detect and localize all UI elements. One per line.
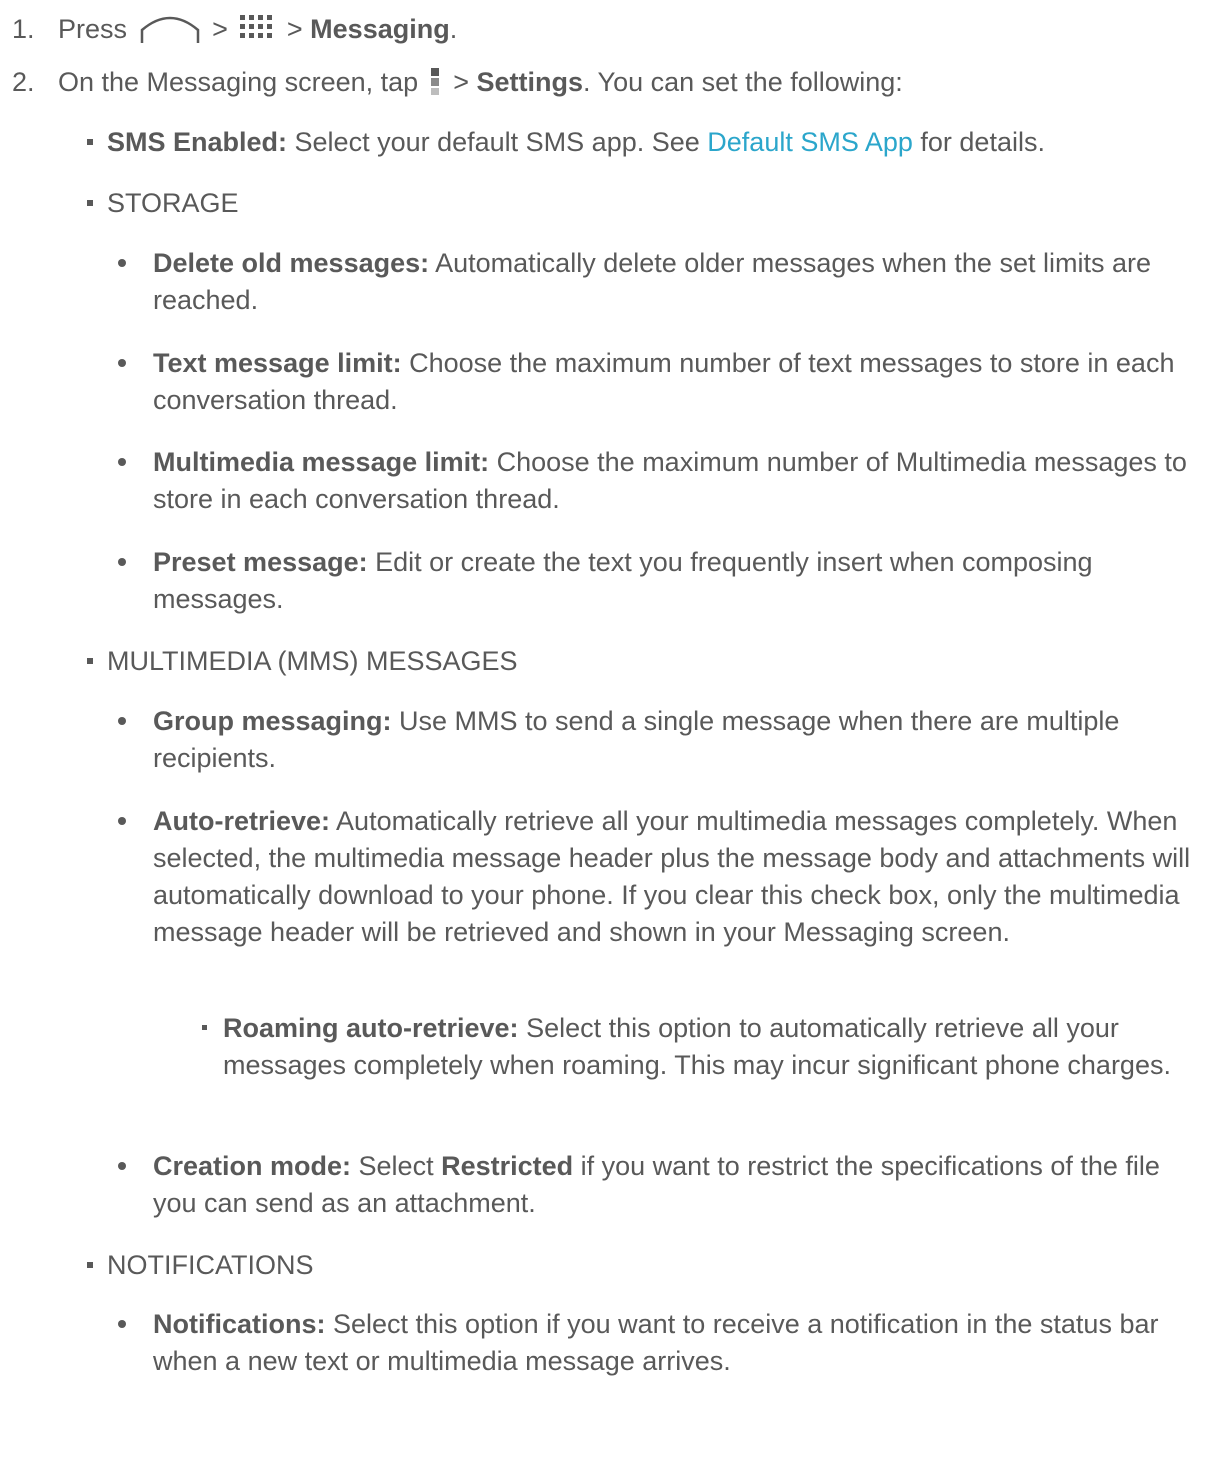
item-text: Text message limit: Choose the maximum n… xyxy=(153,345,1203,419)
item-label: Group messaging: xyxy=(153,706,392,736)
step-text-pre: On the Messaging screen, tap xyxy=(58,67,419,97)
square-bullet xyxy=(87,200,93,206)
item-text: Notifications: Select this option if you… xyxy=(153,1306,1203,1380)
item-text: Auto-retrieve: Automatically retrieve al… xyxy=(153,803,1203,951)
document-page: 1. Press > > Messaging. 2. On the Messag… xyxy=(0,0,1215,1472)
step-text-post: . xyxy=(449,14,458,44)
storage-section: STORAGE xyxy=(87,185,1203,222)
square-bullet xyxy=(87,658,93,664)
separator: > xyxy=(453,67,470,97)
item-text: Preset message: Edit or create the text … xyxy=(153,544,1203,618)
item-label: Preset message: xyxy=(153,547,368,577)
apps-icon xyxy=(239,13,275,43)
step-number: 2. xyxy=(12,67,35,97)
item-text: Multimedia message limit: Choose the max… xyxy=(153,444,1203,518)
mms-item-auto-retrieve: Auto-retrieve: Automatically retrieve al… xyxy=(118,803,1203,951)
item-label: SMS Enabled: xyxy=(107,127,288,157)
item-label: Roaming auto-retrieve: xyxy=(223,1013,519,1043)
round-bullet xyxy=(118,558,126,566)
item-label: Text message limit: xyxy=(153,348,402,378)
step-text-pre: Press xyxy=(58,14,128,44)
item-text: Roaming auto-retrieve: Select this optio… xyxy=(223,1010,1203,1084)
notifications-item: Notifications: Select this option if you… xyxy=(118,1306,1203,1380)
item-label: Multimedia message limit: xyxy=(153,447,490,477)
storage-item-delete-old: Delete old messages: Automatically delet… xyxy=(118,245,1203,319)
mms-item-creation-mode: Creation mode: Select Restricted if you … xyxy=(118,1148,1203,1222)
round-bullet xyxy=(118,717,126,725)
item-label: Auto-retrieve: xyxy=(153,806,331,836)
item-label: Delete old messages: xyxy=(153,248,430,278)
round-bullet xyxy=(118,458,126,466)
messaging-label: Messaging xyxy=(310,14,450,44)
storage-item-mms-limit: Multimedia message limit: Choose the max… xyxy=(118,444,1203,518)
home-icon xyxy=(139,11,201,45)
round-bullet xyxy=(118,359,126,367)
item-desc: Select xyxy=(351,1151,442,1181)
restricted-label: Restricted xyxy=(441,1151,574,1181)
square-bullet xyxy=(87,139,93,145)
section-heading: STORAGE xyxy=(107,188,239,218)
item-text: Group messaging: Use MMS to send a singl… xyxy=(153,703,1203,777)
item-label: Notifications: xyxy=(153,1309,326,1339)
round-bullet xyxy=(118,1320,126,1328)
section-heading: NOTIFICATIONS xyxy=(107,1250,314,1280)
sms-enabled-item: SMS Enabled: Select your default SMS app… xyxy=(87,124,1203,161)
mms-item-group: Group messaging: Use MMS to send a singl… xyxy=(118,703,1203,777)
item-desc: Select your default SMS app. See xyxy=(287,127,708,157)
default-sms-app-link[interactable]: Default SMS App xyxy=(707,127,913,157)
menu-icon xyxy=(430,66,442,96)
round-bullet xyxy=(118,259,126,267)
round-bullet xyxy=(118,1162,126,1170)
item-text: SMS Enabled: Select your default SMS app… xyxy=(107,124,1203,161)
round-bullet xyxy=(118,817,126,825)
square-bullet xyxy=(87,1262,93,1268)
mms-section: MULTIMEDIA (MMS) MESSAGES xyxy=(87,643,1203,680)
small-square-bullet xyxy=(202,1025,207,1030)
storage-item-text-limit: Text message limit: Choose the maximum n… xyxy=(118,345,1203,419)
notifications-section: NOTIFICATIONS xyxy=(87,1247,1203,1284)
step-text: On the Messaging screen, tap > Settings.… xyxy=(58,64,903,101)
item-desc: for details. xyxy=(912,127,1045,157)
step-number: 1. xyxy=(12,14,35,44)
step-text: Press > > Messaging. xyxy=(58,11,457,48)
mms-item-roaming: Roaming auto-retrieve: Select this optio… xyxy=(202,1010,1203,1084)
item-label: Creation mode: xyxy=(153,1151,352,1181)
section-heading: MULTIMEDIA (MMS) MESSAGES xyxy=(107,646,518,676)
separator: > xyxy=(212,14,228,44)
item-text: Delete old messages: Automatically delet… xyxy=(153,245,1203,319)
item-text: Creation mode: Select Restricted if you … xyxy=(153,1148,1203,1222)
step-text-post: . You can set the following: xyxy=(583,67,903,97)
separator: > xyxy=(286,14,303,44)
storage-item-preset: Preset message: Edit or create the text … xyxy=(118,544,1203,618)
settings-label: Settings xyxy=(476,67,584,97)
